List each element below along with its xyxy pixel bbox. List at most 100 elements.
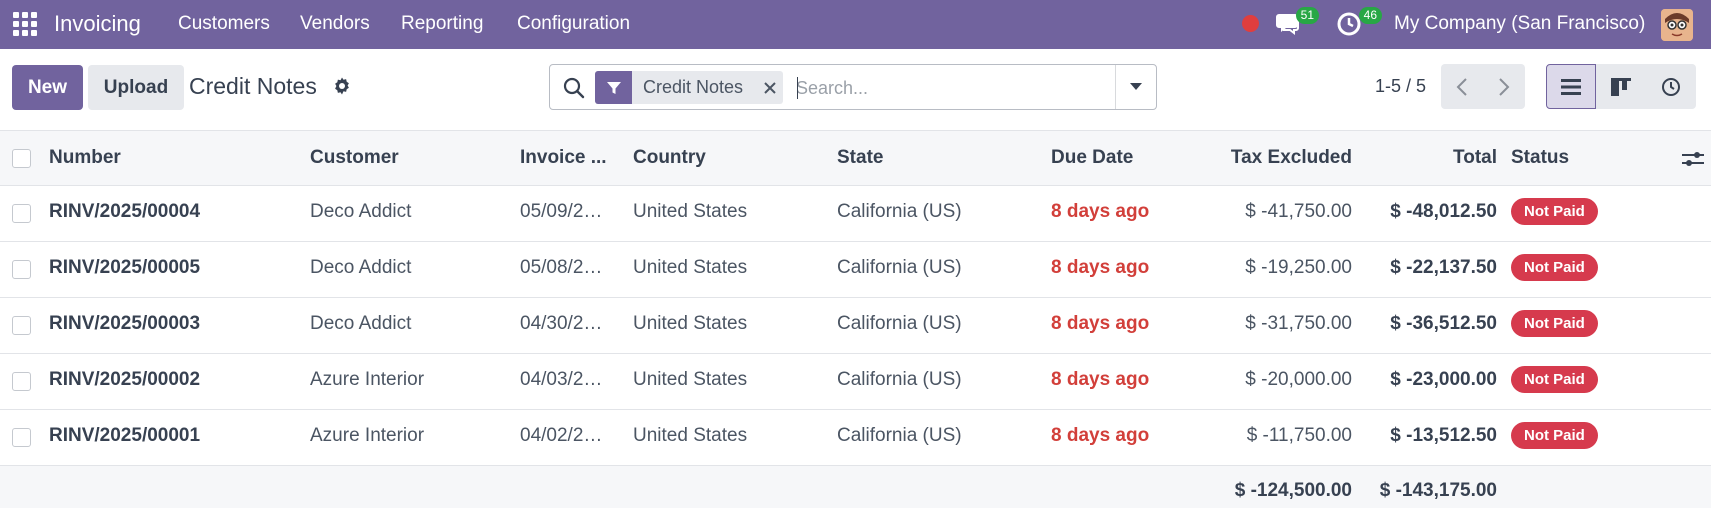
search-input[interactable] bbox=[796, 73, 1086, 103]
column-header-tax-excluded[interactable]: Tax Excluded bbox=[1180, 147, 1352, 169]
cell-customer: Azure Interior bbox=[310, 425, 425, 446]
top-navbar: Invoicing Customers Vendors Reporting Co… bbox=[0, 0, 1711, 49]
cell-number: RINV/2025/00005 bbox=[49, 257, 201, 278]
search-options-toggle[interactable] bbox=[1115, 65, 1156, 109]
cell-state: California (US) bbox=[837, 201, 962, 222]
column-header-invoice-date[interactable]: Invoice ... bbox=[520, 147, 607, 169]
table-row[interactable]: RINV/2025/00002 Azure Interior 04/03/2… Uni… bbox=[0, 354, 1711, 410]
row-checkbox[interactable] bbox=[12, 428, 31, 447]
new-button[interactable]: New bbox=[12, 65, 83, 110]
caret-down-icon bbox=[1130, 83, 1142, 90]
cell-tax-excluded: $ -20,000.00 bbox=[1245, 369, 1352, 390]
pager-previous-button[interactable] bbox=[1441, 64, 1483, 109]
list-icon bbox=[1561, 78, 1581, 95]
cell-country: United States bbox=[633, 425, 748, 446]
status-badge: Not Paid bbox=[1511, 310, 1598, 337]
pager-value[interactable]: 1-5 / 5 bbox=[1375, 76, 1426, 97]
footer-total-sum: $ -143,175.00 bbox=[1379, 480, 1497, 501]
list-view-button[interactable] bbox=[1546, 64, 1596, 109]
column-header-customer[interactable]: Customer bbox=[310, 147, 399, 169]
cell-invoice-date: 05/08/2… bbox=[520, 257, 603, 278]
search-icon[interactable] bbox=[562, 76, 586, 100]
user-avatar[interactable] bbox=[1661, 9, 1693, 41]
cell-number: RINV/2025/00001 bbox=[49, 425, 201, 446]
cell-country: United States bbox=[633, 257, 748, 278]
cell-country: United States bbox=[633, 369, 748, 390]
activity-view-button[interactable] bbox=[1646, 64, 1696, 109]
column-header-total[interactable]: Total bbox=[1360, 147, 1497, 169]
activities-button[interactable]: 46 bbox=[1336, 7, 1382, 37]
cell-state: California (US) bbox=[837, 313, 962, 334]
text-cursor bbox=[797, 77, 798, 99]
chevron-right-icon bbox=[1499, 77, 1510, 96]
company-switcher[interactable]: My Company (San Francisco) bbox=[1394, 13, 1645, 35]
search-bar: Credit Notes bbox=[549, 64, 1157, 110]
cell-total: $ -22,137.50 bbox=[1390, 257, 1497, 278]
cell-invoice-date: 04/30/2… bbox=[520, 313, 603, 334]
activities-count-badge: 46 bbox=[1358, 7, 1382, 24]
cell-due-date: 8 days ago bbox=[1051, 313, 1150, 334]
menu-vendors[interactable]: Vendors bbox=[300, 13, 370, 35]
menu-configuration[interactable]: Configuration bbox=[517, 13, 630, 35]
upload-button[interactable]: Upload bbox=[88, 65, 184, 110]
menu-customers[interactable]: Customers bbox=[178, 13, 270, 35]
apps-menu-icon[interactable] bbox=[13, 12, 37, 36]
table-row[interactable]: RINV/2025/00003 Deco Addict 04/30/2… United… bbox=[0, 298, 1711, 354]
column-header-status[interactable]: Status bbox=[1511, 147, 1569, 169]
gear-icon[interactable] bbox=[332, 76, 352, 96]
status-badge: Not Paid bbox=[1511, 198, 1598, 225]
select-all-checkbox[interactable] bbox=[12, 149, 31, 168]
cell-customer: Deco Addict bbox=[310, 201, 412, 222]
cell-customer: Deco Addict bbox=[310, 257, 412, 278]
cell-state: California (US) bbox=[837, 369, 962, 390]
page-title: Credit Notes bbox=[189, 73, 317, 99]
kanban-view-button[interactable] bbox=[1596, 64, 1646, 109]
cell-country: United States bbox=[633, 313, 748, 334]
cell-number: RINV/2025/00004 bbox=[49, 201, 201, 222]
cell-invoice-date: 05/09/2… bbox=[520, 201, 603, 222]
table-footer: $ -124,500.00 $ -143,175.00 bbox=[0, 466, 1711, 508]
column-header-country[interactable]: Country bbox=[633, 147, 706, 169]
table-header: Number Customer Invoice ... Country Stat… bbox=[0, 130, 1711, 186]
table-row[interactable]: RINV/2025/00005 Deco Addict 05/08/2… United… bbox=[0, 242, 1711, 298]
app-name[interactable]: Invoicing bbox=[54, 11, 141, 37]
optional-columns-icon[interactable] bbox=[1682, 149, 1704, 169]
filter-icon bbox=[595, 71, 632, 104]
close-icon[interactable] bbox=[757, 71, 783, 104]
row-checkbox[interactable] bbox=[12, 372, 31, 391]
kanban-icon bbox=[1611, 77, 1631, 96]
cell-total: $ -23,000.00 bbox=[1390, 369, 1497, 390]
footer-tax-excluded-sum: $ -124,500.00 bbox=[1234, 480, 1352, 501]
row-checkbox[interactable] bbox=[12, 316, 31, 335]
row-checkbox[interactable] bbox=[12, 204, 31, 223]
column-header-due-date[interactable]: Due Date bbox=[1051, 147, 1133, 169]
cell-customer: Deco Addict bbox=[310, 313, 412, 334]
cell-tax-excluded: $ -11,750.00 bbox=[1246, 425, 1352, 446]
table-row[interactable]: RINV/2025/00001 Azure Interior 04/02/2… Uni… bbox=[0, 410, 1711, 466]
cell-state: California (US) bbox=[837, 425, 962, 446]
cell-total: $ -48,012.50 bbox=[1390, 201, 1497, 222]
status-badge: Not Paid bbox=[1511, 422, 1598, 449]
menu-reporting[interactable]: Reporting bbox=[401, 13, 483, 35]
cell-due-date: 8 days ago bbox=[1051, 201, 1150, 222]
cell-tax-excluded: $ -19,250.00 bbox=[1245, 257, 1352, 278]
search-facet[interactable]: Credit Notes bbox=[595, 71, 784, 104]
chevron-left-icon bbox=[1456, 77, 1467, 96]
recording-indicator-icon[interactable] bbox=[1242, 15, 1259, 32]
column-header-state[interactable]: State bbox=[837, 147, 883, 169]
cell-invoice-date: 04/02/2… bbox=[520, 425, 603, 446]
table-row[interactable]: RINV/2025/00004 Deco Addict 05/09/2… United… bbox=[0, 186, 1711, 242]
cell-invoice-date: 04/03/2… bbox=[520, 369, 603, 390]
cell-tax-excluded: $ -41,750.00 bbox=[1245, 201, 1352, 222]
cell-number: RINV/2025/00002 bbox=[49, 369, 201, 390]
column-header-number[interactable]: Number bbox=[49, 147, 121, 169]
messages-button[interactable]: 51 bbox=[1275, 7, 1319, 37]
cell-total: $ -36,512.50 bbox=[1390, 313, 1497, 334]
cell-state: California (US) bbox=[837, 257, 962, 278]
pager-next-button[interactable] bbox=[1483, 64, 1525, 109]
cell-total: $ -13,512.50 bbox=[1390, 425, 1497, 446]
status-badge: Not Paid bbox=[1511, 366, 1598, 393]
row-checkbox[interactable] bbox=[12, 260, 31, 279]
cell-due-date: 8 days ago bbox=[1051, 257, 1150, 278]
cell-due-date: 8 days ago bbox=[1051, 369, 1150, 390]
